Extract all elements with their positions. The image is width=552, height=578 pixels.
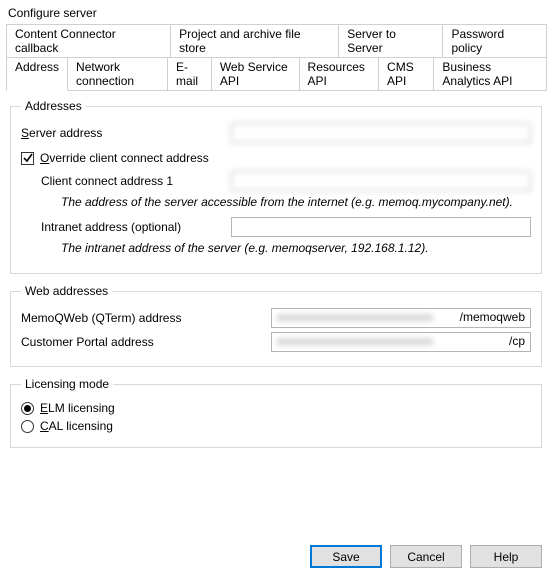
dialog-buttons: Save Cancel Help [310, 545, 542, 568]
memoqweb-label: MemoQWeb (QTerm) address [21, 311, 271, 325]
tab-password-policy[interactable]: Password policy [442, 24, 547, 58]
cal-label: CAL licensing [40, 419, 113, 433]
elm-label: ELM licensing [40, 401, 115, 415]
tab-content-connector-callback[interactable]: Content Connector callback [6, 24, 171, 58]
web-addresses-legend: Web addresses [21, 284, 112, 298]
elm-radio[interactable]: ELM licensing [21, 401, 531, 415]
cancel-button[interactable]: Cancel [390, 545, 462, 568]
tab-server-to-server[interactable]: Server to Server [338, 24, 443, 58]
tab-project-archive-file-store[interactable]: Project and archive file store [170, 24, 339, 58]
checkbox-icon [21, 152, 34, 165]
override-checkbox[interactable]: Override client connect address [21, 151, 531, 165]
server-address-label: Server address [21, 126, 231, 140]
web-addresses-group: Web addresses MemoQWeb (QTerm) address x… [10, 284, 542, 367]
memoqweb-input[interactable] [271, 308, 531, 328]
client-connect-input[interactable] [231, 171, 531, 191]
intranet-hint: The intranet address of the server (e.g.… [61, 241, 531, 255]
save-button[interactable]: Save [310, 545, 382, 568]
window-title: Configure server [0, 0, 552, 24]
tab-strip: Content Connector callback Project and a… [0, 24, 552, 90]
tab-resources-api[interactable]: Resources API [299, 57, 380, 91]
portal-input[interactable] [271, 332, 531, 352]
client-connect-label: Client connect address 1 [41, 174, 231, 188]
tab-email[interactable]: E-mail [167, 57, 212, 91]
cal-radio[interactable]: CAL licensing [21, 419, 531, 433]
addresses-legend: Addresses [21, 99, 86, 113]
intranet-label: Intranet address (optional) [41, 220, 231, 234]
licensing-group: Licensing mode ELM licensing CAL licensi… [10, 377, 542, 448]
tab-web-service-api[interactable]: Web Service API [211, 57, 300, 91]
help-button[interactable]: Help [470, 545, 542, 568]
tab-network-connection[interactable]: Network connection [67, 57, 168, 91]
radio-icon [21, 402, 34, 415]
page-body: Addresses Server address Override client… [6, 90, 546, 462]
tab-address[interactable]: Address [6, 57, 68, 91]
tab-cms-api[interactable]: CMS API [378, 57, 434, 91]
override-label: Override client connect address [40, 151, 209, 165]
client-connect-hint: The address of the server accessible fro… [61, 195, 531, 209]
server-address-input[interactable] [231, 123, 531, 143]
portal-label: Customer Portal address [21, 335, 271, 349]
licensing-legend: Licensing mode [21, 377, 113, 391]
intranet-input[interactable] [231, 217, 531, 237]
radio-icon [21, 420, 34, 433]
addresses-group: Addresses Server address Override client… [10, 99, 542, 274]
tab-business-analytics-api[interactable]: Business Analytics API [433, 57, 547, 91]
